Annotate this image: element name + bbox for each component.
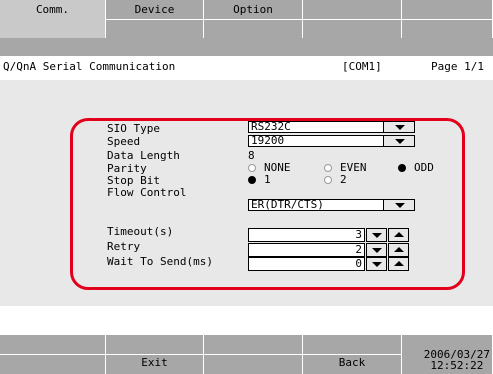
timeout-label: Timeout(s): [107, 225, 174, 238]
flow-control-value: ER(DTR/CTS): [251, 198, 324, 211]
stop-bit-1-label: 1: [264, 173, 271, 186]
back-label: Back: [338, 356, 366, 369]
retry-label: Retry: [107, 240, 141, 253]
chevron-down-icon[interactable]: [383, 122, 414, 132]
chevron-down-icon[interactable]: [383, 136, 414, 146]
port-indicator: [COM1]: [342, 60, 382, 73]
chevron-down-icon[interactable]: [383, 200, 414, 210]
title-bar: Q/QnA Serial Communication [COM1] Page 1…: [0, 56, 493, 80]
parity-odd-label: ODD: [414, 161, 434, 174]
tab-comm-label: Comm.: [35, 3, 70, 16]
flow-control-select[interactable]: ER(DTR/CTS): [248, 199, 415, 211]
timeout-input[interactable]: 3: [248, 228, 365, 242]
timeout-increment-icon[interactable]: [388, 228, 409, 242]
wait-to-send-label: Wait To Send(ms): [107, 255, 213, 268]
speed-value: 19200: [251, 134, 285, 147]
tab-option-label: Option: [233, 3, 273, 16]
bottom-divider: [204, 354, 302, 355]
bottom-blank-2[interactable]: [204, 335, 303, 374]
clock-time: 12:52:22: [430, 359, 484, 372]
data-length-label: Data Length: [107, 149, 180, 162]
radio-dot-icon: [324, 176, 332, 184]
back-button[interactable]: Back: [303, 335, 402, 374]
sio-type-label: SIO Type: [107, 122, 160, 135]
sio-type-value: RS232C: [251, 120, 291, 133]
timeout-decrement-icon[interactable]: [366, 228, 387, 242]
tab-device[interactable]: Device: [106, 0, 204, 38]
bottom-blank-1[interactable]: [0, 335, 106, 374]
exit-label: Exit: [141, 356, 168, 369]
data-length-value: 8: [248, 149, 255, 162]
tab-divider: [402, 19, 492, 20]
screen: Comm. Device Option Q/QnA Serial Communi…: [0, 0, 493, 374]
header-band: [0, 38, 493, 56]
retry-increment-icon[interactable]: [388, 243, 409, 257]
speed-select[interactable]: 19200: [248, 135, 415, 147]
bottom-bar: Exit Back 2006/03/27 12:52:22: [0, 335, 493, 374]
tab-divider: [303, 19, 401, 20]
tab-blank-1[interactable]: [303, 0, 402, 38]
radio-dot-icon: [324, 164, 332, 172]
clock: 2006/03/27 12:52:22: [424, 349, 490, 371]
tab-bar: Comm. Device Option: [0, 0, 493, 38]
wait-to-send-increment-icon[interactable]: [388, 257, 409, 271]
retry-input[interactable]: 2: [248, 243, 365, 257]
radio-dot-icon: [398, 164, 406, 172]
bottom-divider: [303, 354, 401, 355]
tab-device-label: Device: [134, 3, 175, 16]
comm-mode-title: Q/QnA Serial Communication: [3, 60, 176, 73]
tab-comm[interactable]: Comm.: [0, 0, 106, 38]
sio-type-select[interactable]: RS232C: [248, 121, 415, 133]
wait-to-send-value: 0: [355, 257, 362, 270]
tab-option[interactable]: Option: [204, 0, 303, 38]
radio-dot-icon: [248, 164, 256, 172]
bottom-divider: [106, 354, 203, 355]
clock-area: 2006/03/27 12:52:22: [402, 335, 493, 374]
retry-value: 2: [355, 243, 362, 256]
wait-to-send-input[interactable]: 0: [248, 257, 365, 271]
tab-divider: [106, 19, 203, 20]
stop-bit-2-label: 2: [340, 173, 347, 186]
wait-to-send-decrement-icon[interactable]: [366, 257, 387, 271]
page-indicator: Page 1/1: [431, 60, 484, 73]
tab-divider: [204, 19, 302, 20]
tab-blank-2[interactable]: [402, 0, 493, 38]
exit-button[interactable]: Exit: [106, 335, 204, 374]
retry-decrement-icon[interactable]: [366, 243, 387, 257]
speed-label: Speed: [107, 135, 141, 148]
timeout-value: 3: [355, 228, 362, 241]
radio-dot-icon: [248, 176, 256, 184]
bottom-divider: [0, 354, 105, 355]
flow-control-label: Flow Control: [107, 186, 187, 199]
